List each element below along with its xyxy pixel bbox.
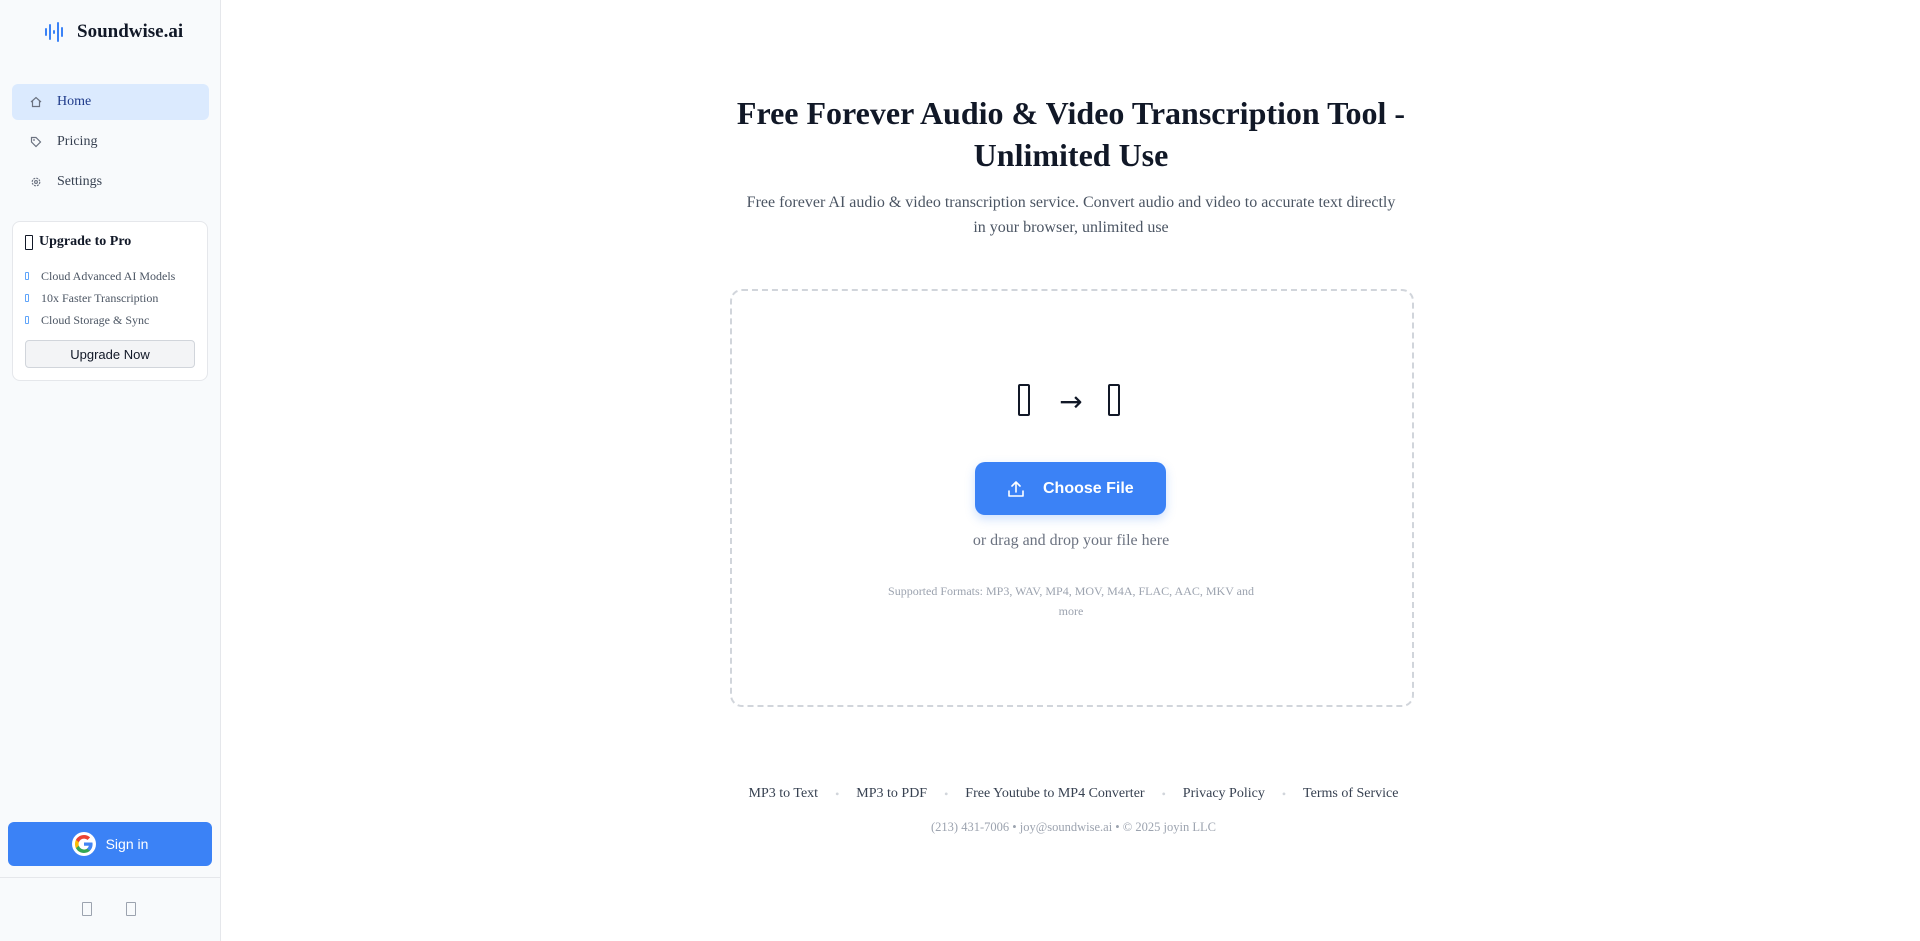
- sign-in-label: Sign in: [105, 836, 149, 852]
- choose-file-label: Choose File: [1043, 480, 1134, 497]
- brand[interactable]: Soundwise.ai: [44, 19, 183, 45]
- feature-item: 10x Faster Transcription: [25, 287, 175, 309]
- choose-file-button[interactable]: Choose File: [975, 462, 1166, 515]
- footer-links: MP3 to Text • MP3 to PDF • Free Youtube …: [221, 786, 1920, 802]
- audio-to-text-illustration: →: [221, 380, 1920, 424]
- page-subtitle-line: Free forever AI audio & video transcript…: [746, 194, 1396, 211]
- upload-icon: [1007, 480, 1025, 498]
- supported-formats-line: more: [1058, 604, 1084, 618]
- feature-label: 10x Faster Transcription: [41, 290, 159, 305]
- sidebar-item-label: Pricing: [57, 134, 98, 149]
- soundwave-logo-icon: [45, 22, 63, 42]
- page-subtitle: Free forever AI audio & video transcript…: [741, 190, 1401, 240]
- footer-link-privacy-policy[interactable]: Privacy Policy: [1183, 786, 1265, 802]
- page-title-line: Free Forever Audio & Video Transcription…: [736, 95, 1406, 131]
- upgrade-now-button[interactable]: Upgrade Now: [25, 340, 195, 368]
- sidebar-footer-icons: [82, 902, 170, 916]
- feature-label: Cloud Storage & Sync: [41, 312, 150, 327]
- crown-icon: [25, 234, 33, 250]
- sidebar-nav: Home Pricing Settings: [12, 84, 209, 204]
- sidebar: Soundwise.ai Home Pricing Settings Upgra…: [0, 0, 221, 941]
- tag-icon: [30, 135, 42, 149]
- audio-file-icon: [1018, 384, 1030, 416]
- feature-item: Cloud Storage & Sync: [25, 309, 175, 331]
- arrow-right-icon: →: [1059, 385, 1083, 418]
- supported-formats: Supported Formats: MP3, WAV, MP4, MOV, M…: [866, 581, 1276, 621]
- sidebar-item-home[interactable]: Home: [12, 84, 209, 120]
- footer-link-youtube-to-mp4[interactable]: Free Youtube to MP4 Converter: [965, 786, 1144, 802]
- text-document-icon: [1108, 384, 1120, 416]
- sidebar-item-pricing[interactable]: Pricing: [12, 124, 209, 160]
- sidebar-item-label: Home: [57, 94, 92, 109]
- language-icon[interactable]: [126, 902, 136, 916]
- page-title-line: Unlimited Use: [973, 137, 1169, 173]
- footer-link-mp3-to-text[interactable]: MP3 to Text: [749, 786, 819, 802]
- home-icon: [30, 95, 42, 109]
- upgrade-title: Upgrade to Pro: [39, 234, 132, 249]
- drag-drop-hint: or drag and drop your file here: [972, 532, 1170, 549]
- upgrade-header: Upgrade to Pro: [25, 234, 131, 250]
- theme-toggle-icon[interactable]: [82, 902, 92, 916]
- footer-separator: •: [835, 786, 840, 801]
- check-icon: [25, 294, 29, 302]
- footer-separator: •: [944, 786, 949, 801]
- footer-link-mp3-to-pdf[interactable]: MP3 to PDF: [856, 786, 927, 802]
- footer-contact: (213) 431-7006 • joy@soundwise.ai • © 20…: [931, 820, 1216, 834]
- footer-separator: •: [1161, 786, 1166, 801]
- footer-separator: •: [1281, 786, 1287, 801]
- google-icon: [71, 832, 96, 856]
- page-subtitle-line: in your browser, unlimited use: [973, 219, 1169, 236]
- feature-label: Cloud Advanced AI Models: [41, 268, 176, 283]
- upgrade-card: Upgrade to Pro Cloud Advanced AI Models …: [12, 221, 208, 381]
- check-icon: [25, 316, 29, 324]
- gear-icon: [30, 175, 42, 189]
- supported-formats-line: Supported Formats: MP3, WAV, MP4, MOV, M…: [888, 584, 1254, 598]
- main-content: Free Forever Audio & Video Transcription…: [221, 0, 1920, 941]
- sidebar-item-settings[interactable]: Settings: [12, 164, 209, 200]
- page-title: Free Forever Audio & Video Transcription…: [721, 92, 1421, 176]
- check-icon: [25, 272, 29, 280]
- sidebar-divider: [0, 877, 221, 878]
- brand-name: Soundwise.ai: [77, 21, 184, 42]
- feature-item: Cloud Advanced AI Models: [25, 265, 175, 287]
- sign-in-button[interactable]: Sign in: [8, 822, 212, 866]
- feature-list: Cloud Advanced AI Models 10x Faster Tran…: [25, 265, 175, 331]
- footer-link-terms-of-service[interactable]: Terms of Service: [1303, 786, 1398, 802]
- sidebar-item-label: Settings: [57, 174, 103, 189]
